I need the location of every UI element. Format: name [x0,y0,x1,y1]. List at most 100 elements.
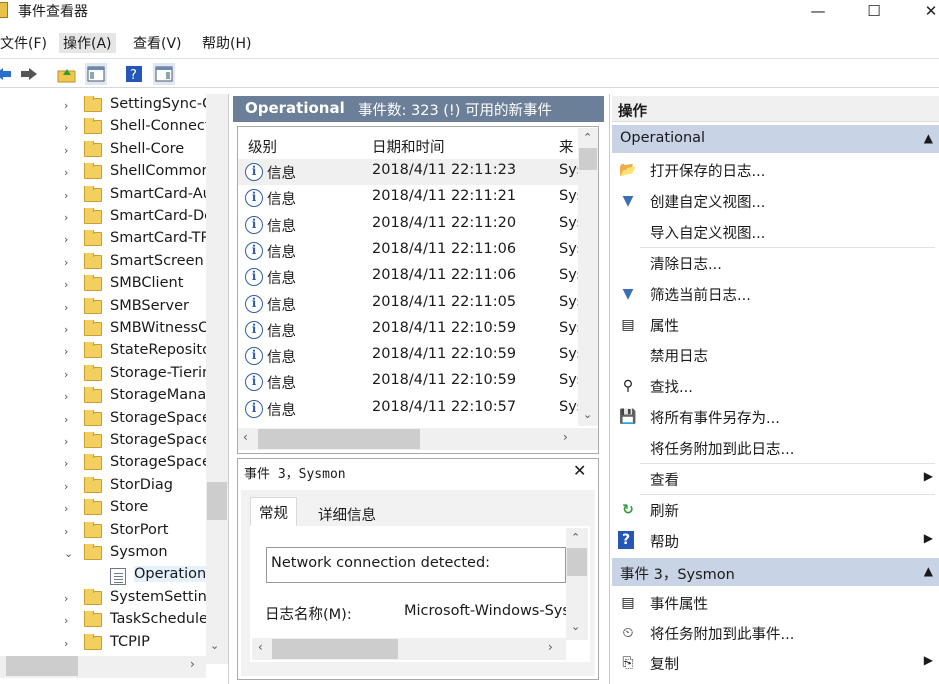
grid-horizontal-scroll-thumb[interactable] [258,429,420,449]
tree-item[interactable]: › Shell-Connect [0,118,206,140]
chevron-right-icon[interactable]: › [64,480,68,493]
tree-item[interactable]: › StorDiag [0,476,206,499]
scroll-right-icon[interactable]: › [548,640,553,654]
scroll-up-icon[interactable]: ⌃ [571,531,580,544]
tree-item[interactable]: › Storage-Tierin [0,364,206,387]
close-button[interactable]: ✕ [908,0,939,22]
event-row[interactable]: i 信息 2018/4/11 22:10:59 Sys [238,343,584,369]
tree-item[interactable]: › StorageSpace [0,409,206,432]
show-hide-actions-icon[interactable] [153,63,175,85]
chevron-right-icon[interactable]: › [64,637,68,650]
actions-section-event[interactable]: 事件 3，Sysmon ▲ [612,558,939,586]
chevron-right-icon[interactable]: › [64,502,68,515]
chevron-right-icon[interactable]: › [64,413,68,426]
action-item[interactable]: 💾 将所有事件另存为... [612,402,939,432]
chevron-right-icon[interactable]: › [64,189,68,202]
column-source[interactable]: 来 [559,136,574,157]
help-icon[interactable]: ? [123,63,145,85]
grid-vertical-scroll-thumb[interactable] [579,148,597,170]
action-item[interactable]: 导入自定义视图... [612,217,939,247]
chevron-right-icon[interactable]: › [64,121,68,134]
event-row[interactable]: i 信息 2018/4/11 22:10:57 Sys [238,396,584,422]
chevron-right-icon[interactable]: › [64,345,68,358]
tree-item[interactable]: › ShellCommon [0,163,206,185]
tree-item[interactable]: › StorageSpace [0,454,206,476]
event-row[interactable]: i 信息 2018/4/11 22:10:59 Sys [238,369,584,395]
action-item[interactable]: 清除日志... [612,248,939,278]
menu-file[interactable]: 文件(F) [0,33,51,53]
chevron-right-icon[interactable]: › [64,233,68,246]
chevron-right-icon[interactable]: › [64,278,68,291]
column-datetime[interactable]: 日期和时间 [372,136,445,157]
tree-item[interactable]: › SmartCard-Au [0,185,206,208]
event-row[interactable]: i 信息 2018/4/11 22:11:23 Sys [238,159,584,185]
scroll-down-icon[interactable]: ⌄ [583,408,592,421]
menu-help[interactable]: 帮助(H) [198,33,255,53]
scroll-down-icon[interactable]: ⌄ [210,639,219,652]
event-row[interactable]: i 信息 2018/4/11 22:11:21 Sys [238,185,584,211]
event-row[interactable]: i 信息 2018/4/11 22:11:05 Sys [238,291,584,317]
scroll-right-icon[interactable]: › [563,430,568,444]
action-item[interactable]: ↻ 刷新 [612,495,939,525]
chevron-right-icon[interactable]: › [64,256,68,269]
chevron-right-icon[interactable]: › [64,301,68,314]
tree-item[interactable]: › Store [0,499,206,521]
chevron-right-icon[interactable]: › [64,390,68,403]
event-row[interactable]: i 信息 2018/4/11 22:10:59 Sys [238,317,584,343]
detail-horizontal-scroll-thumb[interactable] [272,639,398,659]
action-item[interactable]: ⏲ 将任务附加到此事件... [612,618,939,648]
event-row[interactable]: i 信息 2018/4/11 22:11:06 Sys [238,238,584,264]
scroll-down-icon[interactable]: ⌄ [571,620,580,633]
action-item[interactable]: ⎘ 复制 ▶ [612,648,939,678]
event-row[interactable]: i 信息 2018/4/11 22:11:06 Sys [238,264,584,290]
chevron-right-icon[interactable]: › [64,614,68,627]
tree-item[interactable]: › Shell-Core [0,140,206,163]
chevron-down-icon[interactable]: ⌄ [64,547,73,560]
chevron-right-icon[interactable]: › [64,592,68,605]
tree-item[interactable]: › StorageManag [0,387,206,409]
action-item[interactable]: 查看 ▶ [612,464,939,494]
column-level[interactable]: 级别 [248,136,277,157]
detail-vertical-scroll-thumb[interactable] [567,548,587,576]
chevron-right-icon[interactable]: › [64,144,68,157]
action-item[interactable]: ▤ 事件属性 [612,588,939,618]
collapse-icon[interactable]: ▲ [924,564,933,578]
forward-arrow-icon[interactable] [18,63,40,85]
minimize-button[interactable]: — [795,0,841,22]
show-hide-tree-icon[interactable] [85,63,107,85]
action-item[interactable]: ▤ 属性 [612,310,939,340]
tree-vertical-scroll-thumb[interactable] [207,482,227,520]
action-item[interactable]: ⚲ 查找... [612,371,939,401]
tree-item-operational[interactable]: Operational [0,566,206,588]
tree-item[interactable]: › StorPort [0,521,206,544]
scroll-left-icon[interactable]: ‹ [243,430,248,444]
up-folder-icon[interactable] [56,63,78,85]
menu-view[interactable]: 查看(V) [129,33,186,53]
action-item[interactable]: 📂 打开保存的日志... [612,155,939,185]
chevron-right-icon[interactable]: › [64,435,68,448]
menu-action[interactable]: 操作(A) [59,33,116,53]
action-item[interactable]: ? 帮助 ▶ [612,526,939,556]
maximize-button[interactable]: ☐ [851,0,897,22]
action-item[interactable]: ▼ 创建自定义视图... [612,186,939,216]
event-message[interactable]: Network connection detected: [266,547,566,583]
tree-item[interactable]: › TaskSchedule [0,611,206,633]
chevron-right-icon[interactable]: › [64,323,68,336]
chevron-right-icon[interactable]: › [64,368,68,381]
tree-item[interactable]: › SettingSync-C [0,96,206,118]
grid-vertical-scrollbar[interactable] [578,128,598,426]
tree-item[interactable]: › SmartCard-De [0,208,206,230]
scroll-right-icon[interactable]: › [190,657,195,671]
action-item[interactable]: ▼ 筛选当前日志... [612,279,939,309]
tree-vertical-scrollbar[interactable] [206,94,228,664]
tree-item[interactable]: › StateReposito [0,342,206,364]
tree-item[interactable]: ⌄ Sysmon [0,544,206,566]
tab-general[interactable]: 常规 [250,497,297,527]
tree-item[interactable]: › TCPIP [0,633,206,656]
chevron-right-icon[interactable]: › [64,166,68,179]
tree-horizontal-scroll-thumb[interactable] [6,656,78,676]
chevron-right-icon[interactable]: › [64,457,68,470]
action-item[interactable]: 禁用日志 [612,340,939,370]
chevron-right-icon[interactable]: › [64,525,68,538]
tree-item[interactable]: › SmartCard-TP [0,230,206,252]
